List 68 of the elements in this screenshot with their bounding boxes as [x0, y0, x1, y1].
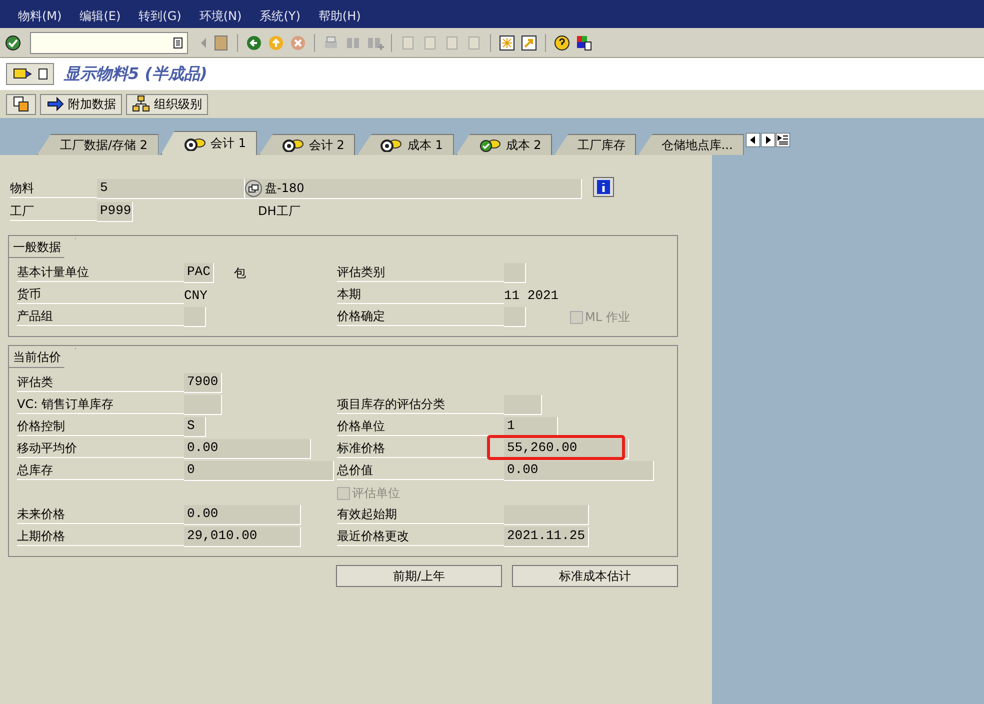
group-title: 一般数据 — [9, 238, 76, 258]
description-field: 盘-180 — [245, 178, 582, 198]
unit-text: 包 — [234, 264, 246, 282]
scroll-right-icon[interactable] — [760, 133, 775, 147]
enter-icon[interactable] — [4, 34, 22, 52]
save-icon[interactable] — [212, 34, 230, 52]
action-button[interactable]: 标准成本估计 — [512, 565, 678, 587]
input-field[interactable]: 29,010.00 — [184, 527, 301, 547]
toolbar-button[interactable]: 组织级别 — [126, 94, 208, 114]
hierarchy-icon — [132, 95, 150, 113]
arrow-icon — [46, 95, 64, 113]
cancel-icon[interactable] — [289, 34, 307, 52]
command-field[interactable] — [30, 32, 188, 54]
input-field[interactable]: P999 — [97, 202, 133, 222]
tab[interactable]: 仓储地点库... — [638, 134, 744, 155]
input-field[interactable]: S — [184, 417, 206, 437]
input-field[interactable] — [504, 263, 526, 283]
toggle-button[interactable] — [6, 94, 36, 114]
back-icon[interactable] — [245, 34, 263, 52]
tab[interactable]: 工厂数据/存储 2 — [37, 134, 158, 155]
shortcut-icon[interactable] — [520, 34, 538, 52]
input-field[interactable]: 1 — [504, 417, 558, 437]
pages-icon — [12, 95, 30, 113]
menu-item[interactable]: 环境(N) — [199, 8, 242, 25]
menu-item[interactable]: 帮助(H) — [318, 8, 361, 25]
window-title: 显示物料5 (半成品) — [64, 64, 208, 84]
input-field[interactable]: 5 — [97, 178, 245, 198]
input-field[interactable] — [184, 307, 206, 327]
input-field[interactable]: 7900 — [184, 373, 222, 393]
menu-button[interactable] — [6, 63, 54, 85]
field-value: CNY — [184, 288, 208, 302]
group-title: 当前估价 — [9, 348, 76, 368]
info-icon[interactable] — [593, 177, 614, 197]
tab[interactable]: 成本 2 — [456, 134, 552, 155]
tab[interactable]: 会计 1 — [160, 131, 257, 155]
tab[interactable]: 工厂库存 — [554, 134, 636, 155]
tab[interactable]: 会计 2 — [258, 134, 356, 155]
menu-item[interactable]: 编辑(E) — [80, 8, 121, 25]
input-field[interactable]: PAC — [184, 263, 214, 283]
input-field[interactable]: 0.00 — [504, 461, 654, 481]
tab-list-icon[interactable] — [776, 133, 790, 147]
scroll-left-icon[interactable] — [746, 133, 760, 147]
layout-icon[interactable] — [575, 34, 593, 52]
input-field[interactable] — [504, 307, 526, 327]
tooltip-icon[interactable] — [245, 180, 262, 196]
menu-item[interactable]: 物料(M) — [18, 8, 62, 25]
input-field[interactable] — [504, 505, 589, 525]
input-field[interactable] — [184, 395, 222, 415]
window-icon[interactable] — [498, 34, 516, 52]
help-icon[interactable] — [553, 34, 571, 52]
input-field[interactable] — [504, 395, 542, 415]
field-label: 本期 — [337, 286, 504, 304]
tab[interactable]: 成本 1 — [357, 134, 454, 155]
toolbar-button[interactable]: 附加数据 — [40, 94, 122, 114]
input-field[interactable]: 0.00 — [184, 439, 311, 459]
coins-icon — [380, 138, 402, 152]
check-icon — [478, 138, 501, 152]
menu-item[interactable]: 系统(Y) — [260, 8, 300, 25]
field-label: 货币 — [17, 286, 184, 304]
field-value: 11 2021 — [504, 288, 559, 302]
input-field[interactable]: 2021.11.25 — [504, 527, 589, 547]
input-field[interactable]: 0 — [184, 461, 334, 481]
menu-item[interactable]: 转到(G) — [138, 8, 182, 25]
plant-name: DH工厂 — [258, 203, 300, 220]
input-field[interactable]: 0.00 — [184, 505, 301, 525]
coins-icon — [282, 138, 304, 152]
action-button[interactable]: 前期/上年 — [336, 565, 502, 587]
coins-icon — [184, 136, 206, 150]
